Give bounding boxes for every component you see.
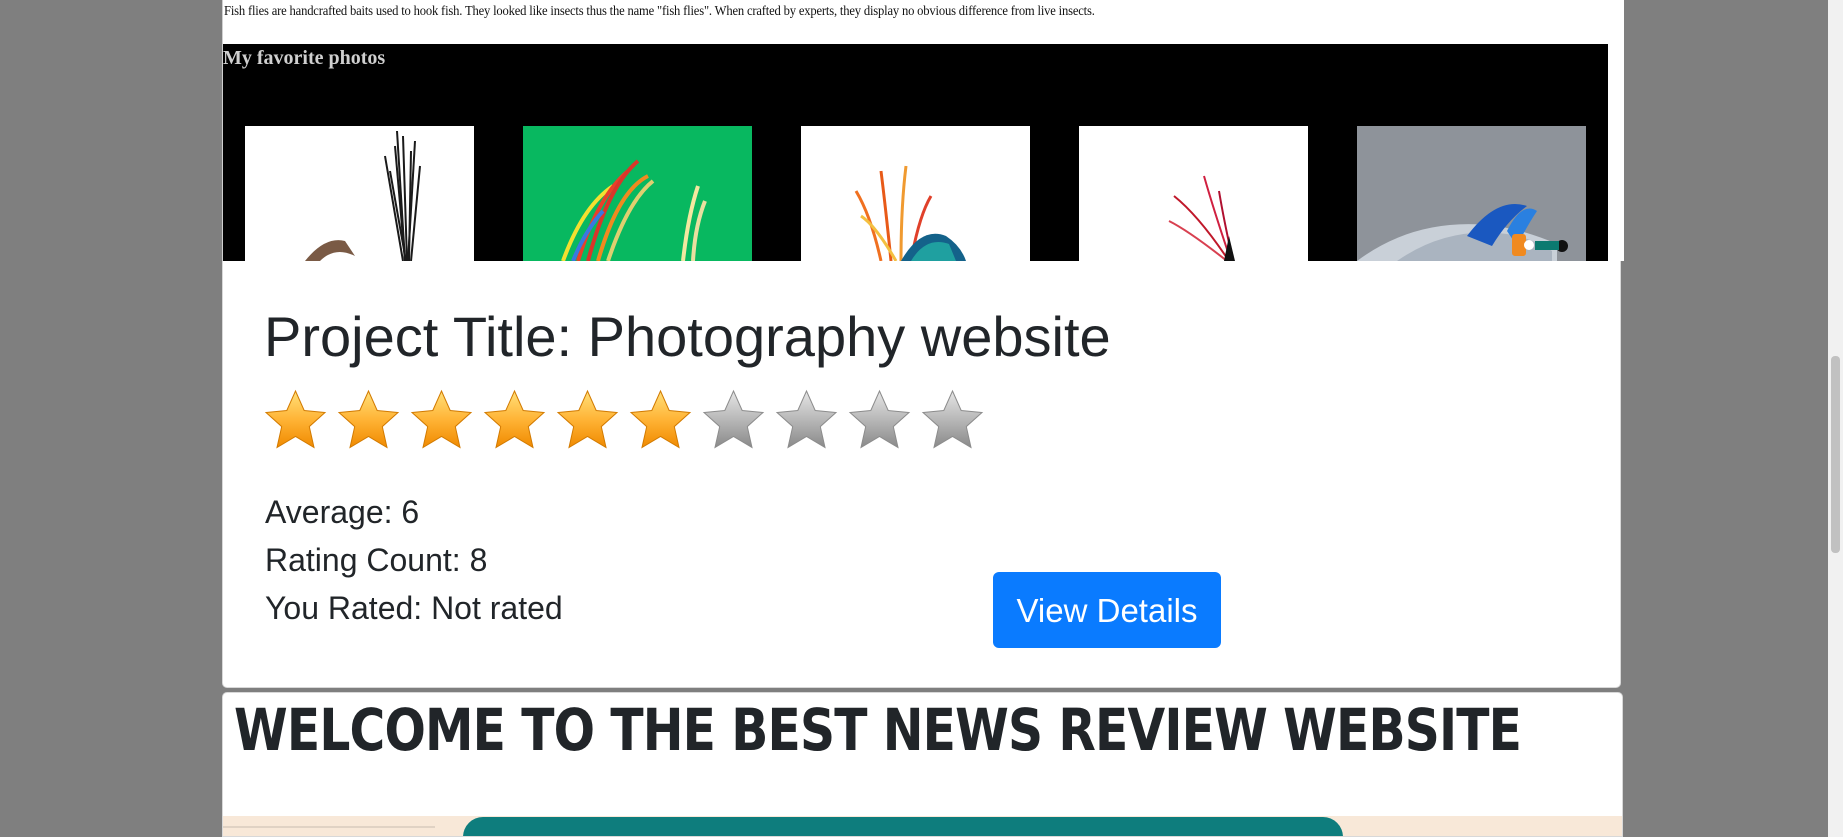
gallery-title: My favorite photos	[223, 47, 386, 69]
star-filled-icon[interactable]	[628, 388, 693, 453]
project-title: Project Title: Photography website	[264, 305, 1111, 368]
star-filled-icon[interactable]	[409, 388, 474, 453]
star-filled-icon[interactable]	[336, 388, 401, 453]
star-rating[interactable]	[263, 388, 985, 453]
rating-count: Rating Count: 8	[265, 542, 488, 578]
intro-text: Fish flies are handcrafted baits used to…	[224, 4, 1095, 19]
welcome-divider	[223, 826, 435, 828]
star-empty-icon[interactable]	[701, 388, 766, 453]
page: Fish flies are handcrafted baits used to…	[0, 0, 1843, 837]
star-filled-icon[interactable]	[263, 388, 328, 453]
star-filled-icon[interactable]	[482, 388, 547, 453]
page-scrollbar-thumb[interactable]	[1831, 356, 1840, 553]
project-preview-frame[interactable]: Fish flies are handcrafted baits used to…	[222, 0, 1624, 261]
fly-photo-5[interactable]	[1357, 126, 1586, 261]
welcome-title: WELCOME TO THE BEST NEWS REVIEW WEBSITE	[234, 696, 1522, 764]
fly-photo-2[interactable]	[523, 126, 752, 261]
fly-photo-1[interactable]	[245, 126, 474, 261]
star-empty-icon[interactable]	[920, 388, 985, 453]
average-rating: Average: 6	[265, 494, 420, 530]
view-details-button[interactable]: View Details	[993, 572, 1221, 648]
fly-photo-4[interactable]	[1079, 126, 1308, 261]
star-filled-icon[interactable]	[555, 388, 620, 453]
star-empty-icon[interactable]	[774, 388, 839, 453]
search-bar[interactable]	[463, 817, 1343, 836]
page-scrollbar[interactable]	[1828, 0, 1843, 837]
star-empty-icon[interactable]	[847, 388, 912, 453]
user-rating: You Rated: Not rated	[265, 590, 563, 626]
welcome-section: WELCOME TO THE BEST NEWS REVIEW WEBSITE	[222, 692, 1623, 837]
project-card: Project Title: Photography website Avera…	[222, 261, 1621, 688]
photo-gallery: My favorite photos	[223, 44, 1608, 261]
fly-photo-3[interactable]	[801, 126, 1030, 261]
